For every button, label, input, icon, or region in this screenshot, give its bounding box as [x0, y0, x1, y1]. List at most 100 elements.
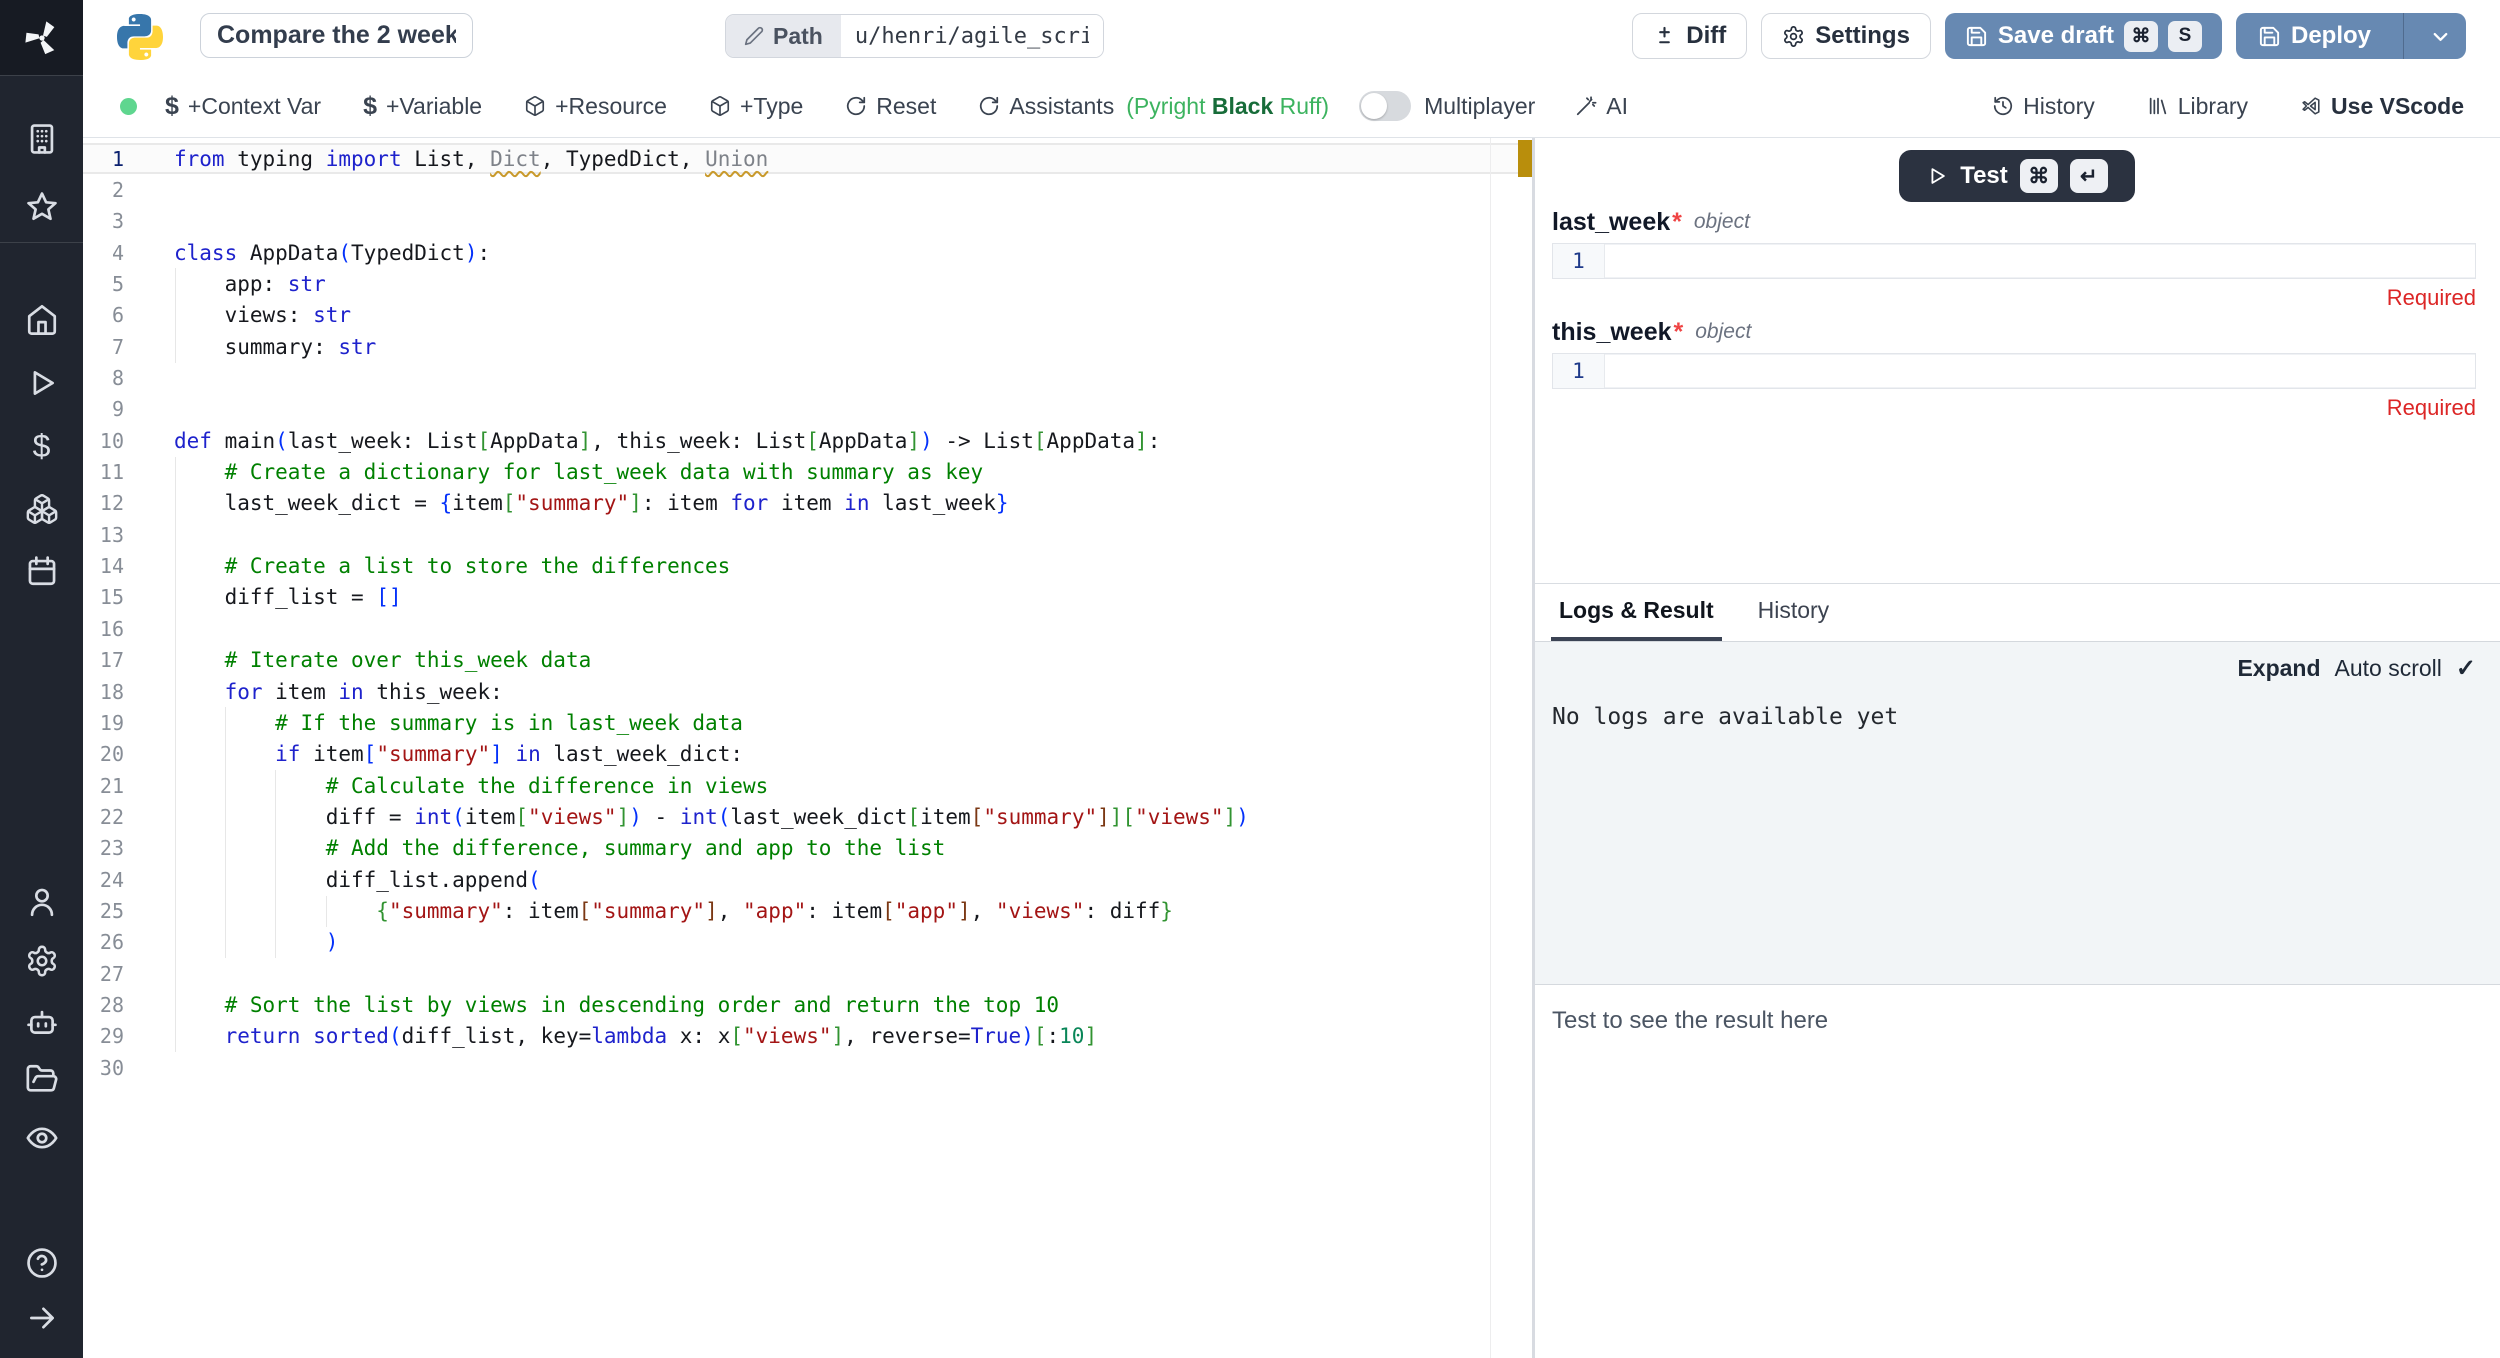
resources-cubes-icon[interactable]: [24, 491, 60, 527]
json-input-last_week[interactable]: 1: [1552, 243, 2476, 279]
expand-sidebar-arrow-icon[interactable]: [24, 1300, 60, 1336]
library-button[interactable]: Library: [2147, 93, 2248, 120]
code-line[interactable]: 13: [83, 519, 1532, 550]
json-edit-area[interactable]: [1605, 244, 2475, 278]
test-label: Test: [1960, 162, 2008, 190]
deploy-dropdown-button[interactable]: [2414, 13, 2466, 59]
add-resource-button[interactable]: +Resource: [524, 93, 667, 120]
code-line-text: # Iterate over this_week data: [174, 648, 591, 672]
schedules-calendar-icon[interactable]: [24, 553, 60, 589]
auto-scroll-toggle[interactable]: Auto scroll: [2335, 655, 2442, 682]
history-clock-icon: [1992, 95, 2014, 117]
code-line[interactable]: 23 # Add the difference, summary and app…: [83, 833, 1532, 864]
code-line[interactable]: 11 # Create a dictionary for last_week d…: [83, 456, 1532, 487]
code-line[interactable]: 8: [83, 362, 1532, 393]
diff-button[interactable]: Diff: [1632, 13, 1747, 59]
code-line[interactable]: 20 if item["summary"] in last_week_dict:: [83, 739, 1532, 770]
expand-logs-button[interactable]: Expand: [2237, 655, 2320, 682]
windmill-pinwheel: [22, 18, 62, 58]
ai-button[interactable]: AI: [1575, 93, 1628, 120]
audit-logs-eye-icon[interactable]: [24, 1120, 60, 1156]
arg-field-this_week: this_week*object1Required: [1552, 317, 2476, 419]
python-language-icon: [117, 14, 163, 60]
dollar-icon: $: [363, 92, 377, 121]
code-line[interactable]: 21 # Calculate the difference in views: [83, 770, 1532, 801]
script-path-input[interactable]: [841, 15, 1103, 57]
reset-button[interactable]: Reset: [845, 93, 936, 120]
help-icon[interactable]: [24, 1245, 60, 1281]
multiplayer-toggle[interactable]: [1359, 91, 1411, 121]
add-type-button[interactable]: +Type: [709, 93, 803, 120]
diff-label: Diff: [1686, 22, 1726, 50]
assistant-black: Black: [1212, 93, 1273, 119]
code-line[interactable]: 6 views: str: [83, 300, 1532, 331]
assistant-pyright: Pyright: [1134, 93, 1206, 119]
code-line[interactable]: 25 {"summary": item["summary"], "app": i…: [83, 895, 1532, 926]
settings-button[interactable]: Settings: [1761, 13, 1931, 59]
logs-empty-message: No logs are available yet: [1552, 704, 1898, 730]
deploy-split-divider: [2403, 13, 2404, 59]
edit-path-button[interactable]: Path: [726, 15, 841, 57]
code-line[interactable]: 5 app: str: [83, 268, 1532, 299]
test-button[interactable]: Test ⌘ ↵: [1899, 150, 2135, 202]
deploy-button[interactable]: Deploy: [2236, 13, 2466, 59]
code-lines: 1from typing import List, Dict, TypedDic…: [83, 143, 1532, 1083]
sidebar-divider: [0, 242, 83, 243]
play-icon: [1926, 165, 1948, 187]
json-input-this_week[interactable]: 1: [1552, 353, 2476, 389]
code-line-text: diff_list = []: [174, 585, 402, 609]
add-variable-button[interactable]: $ +Variable: [363, 92, 482, 121]
workspace-icon[interactable]: [24, 121, 60, 157]
favorites-star-icon[interactable]: [24, 189, 60, 225]
code-line[interactable]: 7 summary: str: [83, 331, 1532, 362]
folders-icon[interactable]: [24, 1061, 60, 1097]
code-line-text: # Add the difference, summary and app to…: [174, 836, 945, 860]
code-line[interactable]: 10def main(last_week: List[AppData], thi…: [83, 425, 1532, 456]
home-icon[interactable]: [24, 302, 60, 338]
tab-logs-result[interactable]: Logs & Result: [1551, 584, 1722, 641]
code-line[interactable]: 15 diff_list = []: [83, 582, 1532, 613]
line-number: 23: [83, 836, 174, 860]
tab-history[interactable]: History: [1750, 584, 1838, 641]
code-line[interactable]: 28 # Sort the list by views in descendin…: [83, 989, 1532, 1020]
history-button[interactable]: History: [1992, 93, 2095, 120]
code-line[interactable]: 12 last_week_dict = {item["summary"]: it…: [83, 488, 1532, 519]
save-icon: [1965, 25, 1988, 48]
code-line[interactable]: 1from typing import List, Dict, TypedDic…: [83, 143, 1532, 174]
code-line[interactable]: 27: [83, 958, 1532, 989]
users-person-icon[interactable]: [24, 884, 60, 920]
required-asterisk: *: [1674, 318, 1684, 347]
code-editor[interactable]: 1from typing import List, Dict, TypedDic…: [83, 138, 1532, 1358]
code-line[interactable]: 14 # Create a list to store the differen…: [83, 550, 1532, 581]
json-edit-area[interactable]: [1605, 354, 2475, 388]
code-line[interactable]: 16: [83, 613, 1532, 644]
run-area: Test ⌘ ↵ last_week*object1Requiredthis_w…: [1535, 138, 2500, 583]
script-title-input[interactable]: [200, 13, 473, 58]
save-draft-button[interactable]: Save draft ⌘ S: [1945, 13, 2222, 59]
windmill-logo-icon[interactable]: [0, 0, 83, 75]
variables-dollar-icon[interactable]: $: [24, 428, 60, 464]
workers-robot-icon[interactable]: [24, 1004, 60, 1040]
code-line[interactable]: 2: [83, 174, 1532, 205]
add-type-label: +Type: [740, 93, 803, 120]
use-vscode-button[interactable]: Use VScode: [2300, 93, 2464, 120]
code-line[interactable]: 4class AppData(TypedDict):: [83, 237, 1532, 268]
code-line[interactable]: 26 ): [83, 927, 1532, 958]
code-line[interactable]: 18 for item in this_week:: [83, 676, 1532, 707]
code-line[interactable]: 17 # Iterate over this_week data: [83, 645, 1532, 676]
code-line[interactable]: 9: [83, 394, 1532, 425]
code-line[interactable]: 30: [83, 1052, 1532, 1083]
line-number: 20: [83, 742, 174, 766]
add-context-var-button[interactable]: $ +Context Var: [165, 92, 321, 121]
code-line[interactable]: 19 # If the summary is in last_week data: [83, 707, 1532, 738]
assistants-languages[interactable]: (Pyright Black Ruff): [1126, 93, 1329, 120]
auto-scroll-check-icon[interactable]: ✓: [2456, 654, 2476, 683]
code-line[interactable]: 24 diff_list.append(: [83, 864, 1532, 895]
runs-play-icon[interactable]: [24, 365, 60, 401]
assistant-ruff: Ruff: [1280, 93, 1322, 119]
code-line[interactable]: 22 diff = int(item["views"]) - int(last_…: [83, 801, 1532, 832]
assistants-button[interactable]: Assistants: [978, 93, 1114, 120]
settings-gear-icon[interactable]: [24, 943, 60, 979]
code-line[interactable]: 29 return sorted(diff_list, key=lambda x…: [83, 1021, 1532, 1052]
code-line[interactable]: 3: [83, 206, 1532, 237]
